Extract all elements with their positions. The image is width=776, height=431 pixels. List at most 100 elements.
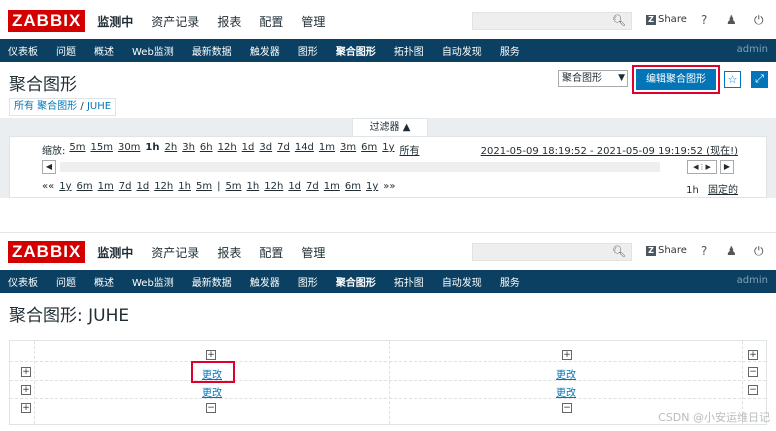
submenu-services[interactable]: 服务 — [500, 274, 520, 289]
nav-back-start[interactable]: «« — [42, 181, 54, 192]
add-row-plus-icon[interactable]: + — [21, 403, 31, 413]
help-icon[interactable]: ? — [701, 244, 707, 258]
add-row-plus-icon[interactable]: + — [21, 385, 31, 395]
zoom-option[interactable]: 5m — [69, 142, 85, 157]
nav-forward[interactable]: 12h — [264, 181, 283, 192]
zabbix-logo[interactable]: ZABBIX — [8, 241, 86, 263]
logout-icon[interactable]: ⏻ — [754, 244, 764, 259]
breadcrumb-current[interactable]: JUHE — [87, 101, 111, 112]
nav-back[interactable]: 7d — [119, 181, 132, 192]
user-icon[interactable]: ♟ — [726, 13, 737, 27]
submenu-latest-data[interactable]: 最新数据 — [192, 274, 232, 289]
add-row-plus-icon[interactable]: + — [21, 367, 31, 377]
favorite-star-icon[interactable]: ☆ — [724, 71, 741, 88]
submenu-overview[interactable]: 概述 — [94, 274, 114, 289]
menu-monitoring[interactable]: 监测中 — [97, 13, 133, 30]
nav-forward[interactable]: 1m — [324, 181, 340, 192]
admin-user[interactable]: admin — [737, 44, 768, 55]
zoom-option[interactable]: 1y — [382, 142, 394, 157]
menu-administration[interactable]: 管理 — [301, 244, 325, 261]
zoom-option[interactable]: 3h — [182, 142, 195, 157]
menu-reports[interactable]: 报表 — [217, 13, 241, 30]
add-column-plus-icon[interactable]: + — [748, 350, 758, 360]
nav-forward-end[interactable]: »» — [383, 181, 395, 192]
nav-forward[interactable]: 1h — [247, 181, 260, 192]
screen-type-select[interactable]: 聚合图形 ▼ — [558, 70, 628, 87]
zoom-option[interactable]: 3m — [340, 142, 356, 157]
zoom-option[interactable]: 2h — [165, 142, 178, 157]
submenu-discovery[interactable]: 自动发现 — [442, 274, 482, 289]
time-range[interactable]: 2021-05-09 18:19:52 - 2021-05-09 19:19:5… — [481, 142, 738, 157]
zoom-option[interactable]: 30m — [118, 142, 140, 157]
remove-row-minus-icon[interactable]: − — [748, 385, 758, 395]
search-box[interactable]: 🔍︎ — [472, 12, 632, 30]
remove-column-minus-icon[interactable]: − — [562, 403, 572, 413]
submenu-web[interactable]: Web监测 — [132, 43, 174, 58]
nav-back[interactable]: 1m — [98, 181, 114, 192]
nav-forward[interactable]: 1d — [288, 181, 301, 192]
nav-back[interactable]: 1y — [59, 181, 71, 192]
submenu-problems[interactable]: 问题 — [56, 43, 76, 58]
search-input[interactable] — [473, 13, 617, 29]
menu-inventory[interactable]: 资产记录 — [151, 244, 199, 261]
nav-back[interactable]: 5m — [196, 181, 212, 192]
period-grip-icon[interactable]: ◀⋮▶ — [687, 160, 717, 174]
submenu-triggers[interactable]: 触发器 — [250, 274, 280, 289]
submenu-dashboard[interactable]: 仪表板 — [8, 43, 38, 58]
zoom-option[interactable]: 6h — [200, 142, 213, 157]
menu-reports[interactable]: 报表 — [217, 244, 241, 261]
remove-row-minus-icon[interactable]: − — [748, 367, 758, 377]
menu-monitoring[interactable]: 监测中 — [97, 244, 133, 261]
change-cell-link[interactable]: 更改 — [556, 366, 576, 381]
search-box[interactable]: 🔍︎ — [472, 243, 632, 261]
scroll-left-button[interactable]: ◀ — [42, 160, 56, 174]
zoom-option[interactable]: 1d — [242, 142, 255, 157]
menu-inventory[interactable]: 资产记录 — [151, 13, 199, 30]
nav-back[interactable]: 6m — [77, 181, 93, 192]
zoom-option[interactable]: 1m — [319, 142, 335, 157]
submenu-web[interactable]: Web监测 — [132, 274, 174, 289]
zoom-option-selected[interactable]: 1h — [145, 142, 159, 157]
add-column-plus-icon[interactable]: + — [562, 350, 572, 360]
search-icon[interactable]: 🔍︎ — [612, 245, 626, 258]
submenu-screens[interactable]: 聚合图形 — [336, 274, 376, 289]
nav-back[interactable]: 1d — [136, 181, 149, 192]
zoom-option[interactable]: 14d — [295, 142, 314, 157]
nav-forward[interactable]: 6m — [345, 181, 361, 192]
share-button[interactable]: Z Share — [646, 245, 687, 256]
submenu-triggers[interactable]: 触发器 — [250, 43, 280, 58]
search-icon[interactable]: 🔍︎ — [612, 14, 626, 27]
menu-administration[interactable]: 管理 — [301, 13, 325, 30]
zoom-option[interactable]: 15m — [90, 142, 112, 157]
zabbix-logo[interactable]: ZABBIX — [8, 10, 86, 32]
submenu-maps[interactable]: 拓扑图 — [394, 274, 424, 289]
menu-configuration[interactable]: 配置 — [259, 13, 283, 30]
nav-forward[interactable]: 7d — [306, 181, 319, 192]
menu-configuration[interactable]: 配置 — [259, 244, 283, 261]
nav-back[interactable]: 12h — [154, 181, 173, 192]
submenu-dashboard[interactable]: 仪表板 — [8, 274, 38, 289]
remove-column-minus-icon[interactable]: − — [206, 403, 216, 413]
zoom-option[interactable]: 7d — [277, 142, 290, 157]
search-input[interactable] — [473, 244, 617, 260]
fullscreen-icon[interactable]: ⤢ — [751, 71, 768, 88]
submenu-overview[interactable]: 概述 — [94, 43, 114, 58]
user-icon[interactable]: ♟ — [726, 244, 737, 258]
submenu-services[interactable]: 服务 — [500, 43, 520, 58]
change-cell-link[interactable]: 更改 — [556, 384, 576, 399]
submenu-screens[interactable]: 聚合图形 — [336, 43, 376, 58]
scroll-track[interactable] — [60, 162, 660, 172]
zoom-option[interactable]: 所有 — [400, 142, 420, 157]
logout-icon[interactable]: ⏻ — [754, 13, 764, 28]
scroll-right-button[interactable]: ▶ — [720, 160, 734, 174]
zoom-option[interactable]: 6m — [361, 142, 377, 157]
change-cell-link[interactable]: 更改 — [202, 384, 222, 399]
zoom-option[interactable]: 12h — [218, 142, 237, 157]
fixed-toggle[interactable]: 固定的 — [708, 185, 738, 196]
submenu-problems[interactable]: 问题 — [56, 274, 76, 289]
submenu-latest-data[interactable]: 最新数据 — [192, 43, 232, 58]
zoom-option[interactable]: 3d — [259, 142, 272, 157]
breadcrumb-all-screens[interactable]: 所有 聚合图形 — [14, 101, 77, 112]
admin-user[interactable]: admin — [737, 275, 768, 286]
submenu-graphs[interactable]: 图形 — [298, 274, 318, 289]
